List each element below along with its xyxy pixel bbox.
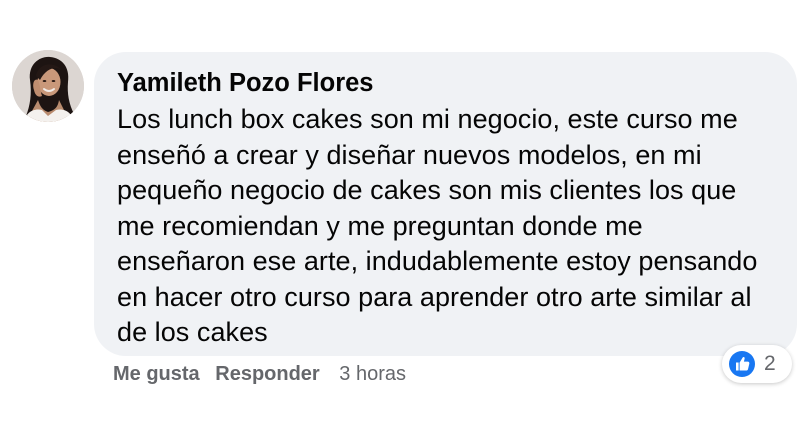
avatar-photo-icon [12, 50, 84, 122]
reply-button[interactable]: Responder [215, 363, 319, 385]
comment: Yamileth Pozo Flores Los lunch box cakes… [0, 0, 810, 430]
comment-actions: Me gusta Responder 3 horas [113, 361, 406, 387]
comment-text: Los lunch box cakes son mi negocio, este… [117, 104, 758, 347]
comment-bubble: Yamileth Pozo Flores Los lunch box cakes… [94, 52, 797, 356]
reaction-count: 2 [764, 352, 776, 375]
like-icon [729, 351, 755, 377]
reactions-summary[interactable]: 2 [722, 345, 792, 383]
comment-author-name[interactable]: Yamileth Pozo Flores [117, 66, 773, 100]
avatar[interactable] [12, 50, 84, 122]
comment-timestamp[interactable]: 3 horas [339, 363, 406, 385]
like-button[interactable]: Me gusta [113, 363, 200, 385]
